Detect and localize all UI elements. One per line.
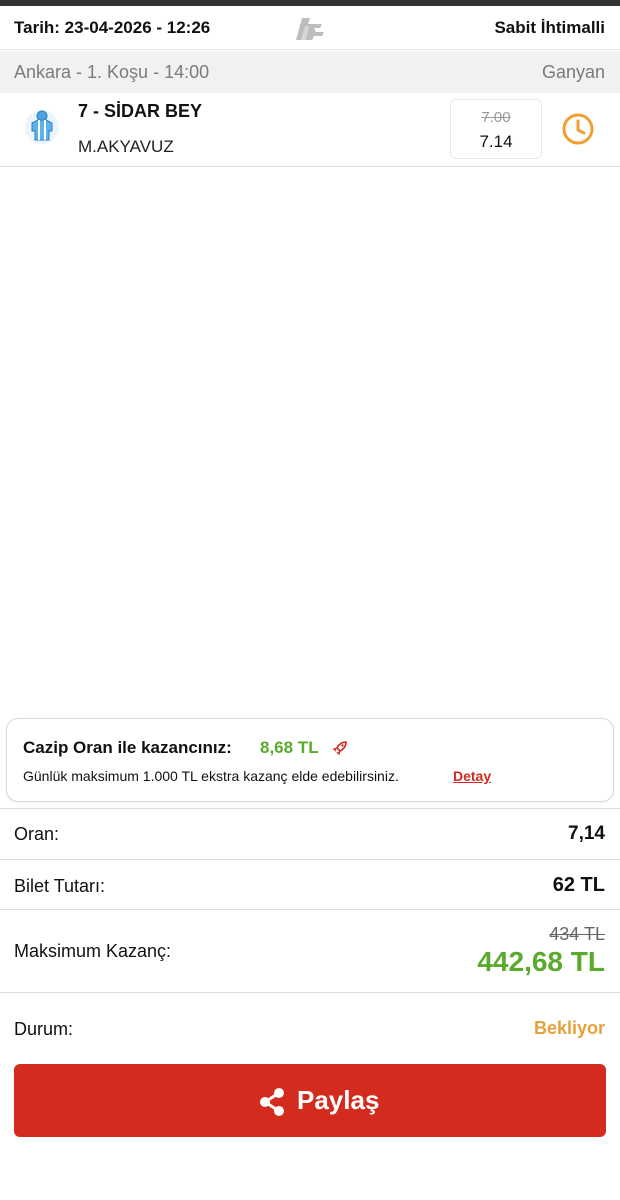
stake-label: Bilet Tutarı:: [14, 876, 106, 896]
odds-row: Oran: 7,14: [0, 809, 620, 859]
horse-name: 7 - SİDAR BEY: [78, 101, 203, 121]
promo-title: Cazip Oran ile kazancınız:: [23, 738, 232, 757]
promo-card: Cazip Oran ile kazancınız: 8,68 TL Günlü…: [6, 718, 614, 802]
max-win-new: 442,68 TL: [477, 946, 605, 977]
date-label: Tarih: 23-04-2026 - 12:26: [14, 18, 211, 37]
horse-logo-icon: [296, 18, 324, 40]
header: Tarih: 23-04-2026 - 12:26 Sabit İhtimall…: [0, 6, 620, 50]
selection-row: 7 - SİDAR BEY M.AKYAVUZ 7.00 7.14: [0, 93, 620, 167]
race-bar: Ankara - 1. Koşu - 14:00 Ganyan: [0, 51, 620, 93]
odds-box: 7.00 7.14: [450, 99, 542, 159]
status-label: Durum:: [14, 1019, 74, 1039]
rocket-icon: [332, 741, 347, 756]
status-badge: Bekliyor: [533, 1018, 605, 1038]
max-win-old: 434 TL: [549, 924, 605, 944]
clock-icon: [562, 113, 594, 145]
share-button[interactable]: Paylaş: [14, 1064, 606, 1137]
jockey-silk-icon: [25, 110, 59, 144]
share-icon: [260, 1088, 284, 1116]
jockey-name: M.AKYAVUZ: [78, 137, 174, 156]
race-title: Ankara - 1. Koşu - 14:00: [14, 62, 210, 82]
promo-amount: 8,68 TL: [260, 738, 319, 757]
promo-detail-link[interactable]: Detay: [453, 768, 491, 784]
new-odds: 7.14: [479, 132, 513, 151]
bet-mode-label: Sabit İhtimalli: [494, 18, 605, 37]
stake-row: Bilet Tutarı: 62 TL: [0, 860, 620, 909]
stake-value: 62 TL: [552, 874, 605, 896]
odds-label: Oran:: [14, 824, 60, 844]
share-label: Paylaş: [297, 1085, 380, 1115]
odds-value: 7,14: [568, 823, 605, 844]
old-odds: 7.00: [481, 109, 511, 126]
promo-description: Günlük maksimum 1.000 TL ekstra kazanç e…: [23, 768, 399, 784]
max-win-label: Maksimum Kazanç:: [14, 941, 172, 961]
status-row: Durum:: [0, 993, 620, 1063]
bet-type: Ganyan: [541, 62, 605, 82]
